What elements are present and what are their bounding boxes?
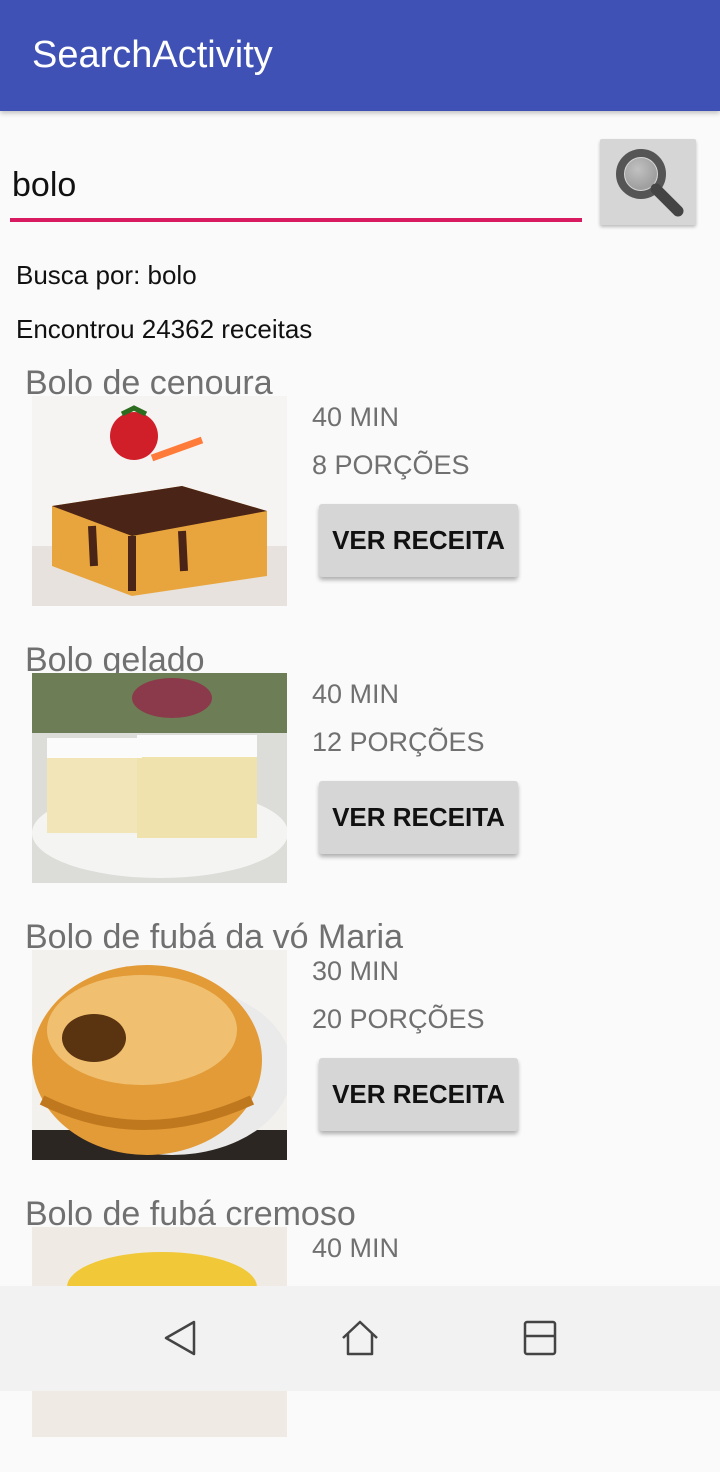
home-icon[interactable] bbox=[340, 1318, 380, 1358]
recipe-card: Bolo de fubá da vó Maria 30 MIN 20 PORÇÕ… bbox=[0, 918, 720, 1195]
recipe-card: Bolo de cenoura 40 MIN 8 PORÇÕES VER REC… bbox=[0, 364, 720, 641]
app-bar: SearchActivity bbox=[0, 0, 720, 111]
recents-icon[interactable] bbox=[522, 1318, 558, 1358]
recipe-time: 40 MIN bbox=[312, 1233, 400, 1263]
recipe-image bbox=[32, 396, 287, 606]
recipe-time: 40 MIN bbox=[312, 402, 400, 432]
recipe-time: 40 MIN bbox=[312, 679, 400, 709]
search-query-label: Busca por: bolo bbox=[16, 260, 197, 290]
results-count-label: Encontrou 24362 receitas bbox=[16, 314, 313, 344]
app-title: SearchActivity bbox=[32, 34, 273, 76]
recipe-image bbox=[32, 673, 287, 883]
recipe-servings: 20 PORÇÕES bbox=[312, 1004, 485, 1034]
recipe-image bbox=[32, 950, 287, 1160]
recipe-servings: 8 PORÇÕES bbox=[312, 450, 470, 480]
back-icon[interactable] bbox=[162, 1318, 200, 1358]
recipe-card: Bolo gelado 40 MIN 12 PORÇÕES VER RECEIT… bbox=[0, 641, 720, 918]
view-recipe-button[interactable]: VER RECEITA bbox=[319, 504, 518, 577]
recipe-time: 30 MIN bbox=[312, 956, 400, 986]
search-input[interactable] bbox=[10, 152, 582, 222]
search-button[interactable] bbox=[600, 139, 696, 225]
recipe-servings: 12 PORÇÕES bbox=[312, 727, 485, 757]
view-recipe-button[interactable]: VER RECEITA bbox=[319, 1058, 518, 1131]
navigation-bar bbox=[0, 1286, 720, 1391]
view-recipe-button[interactable]: VER RECEITA bbox=[319, 781, 518, 854]
search-icon bbox=[616, 149, 684, 217]
